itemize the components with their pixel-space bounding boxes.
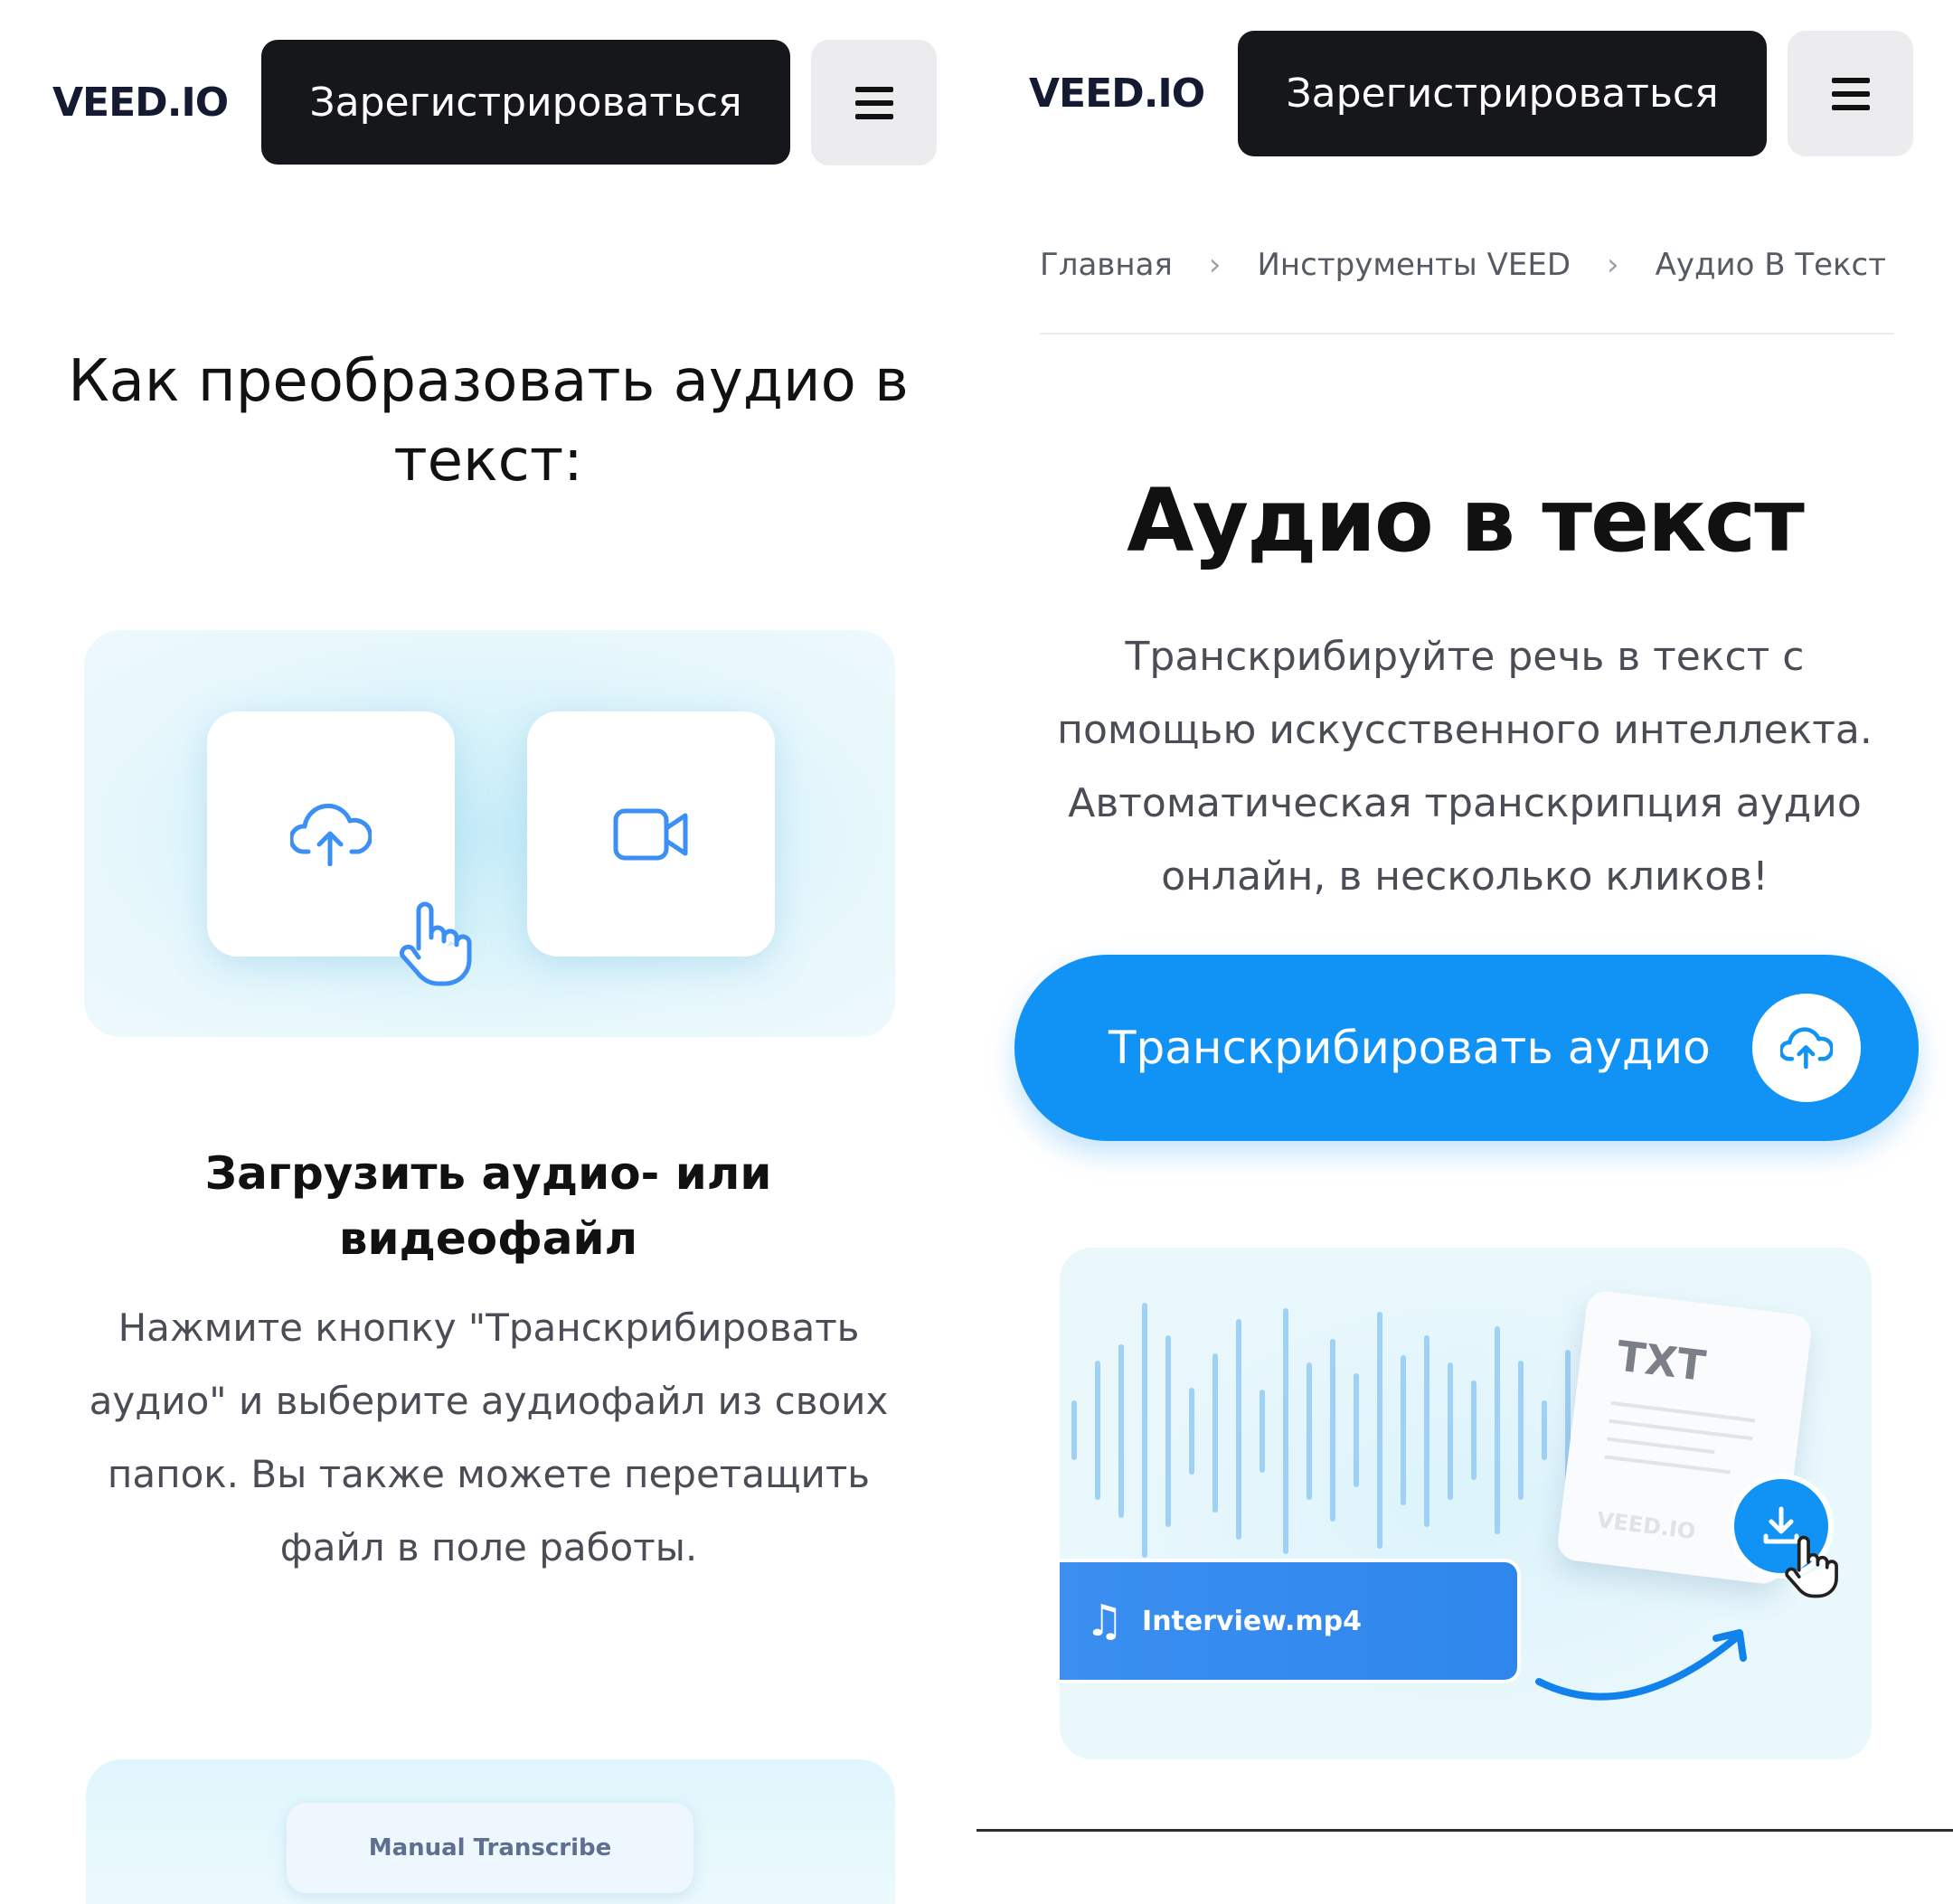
breadcrumb-home[interactable]: Главная — [1040, 247, 1173, 283]
audio-file-name: Interview.mp4 — [1142, 1605, 1363, 1637]
page-title: Аудио в текст — [1127, 470, 1805, 571]
signup-button[interactable]: Зарегистрироваться — [261, 40, 790, 165]
manual-transcribe-chip[interactable]: Manual Transcribe — [287, 1803, 693, 1893]
menu-button[interactable] — [811, 40, 937, 165]
cloud-upload-icon — [290, 803, 372, 866]
chevron-right-icon: › — [1607, 247, 1619, 283]
document-watermark: VEED.IO — [1595, 1506, 1697, 1545]
transcribe-audio-button[interactable]: Транскрибировать аудио — [1014, 955, 1919, 1141]
breadcrumb-divider — [1040, 333, 1894, 335]
hamburger-menu-icon — [854, 86, 893, 119]
right-screen: VEED.IO Зарегистрироваться Главная › Инс… — [976, 0, 1953, 1904]
upload-illustration — [84, 630, 895, 1037]
pointer-hand-icon — [400, 901, 472, 986]
bottom-divider — [976, 1829, 1953, 1832]
left-screen: VEED.IO Зарегистрироваться Как преобразо… — [0, 0, 940, 1904]
pointer-hand-icon — [1785, 1535, 1838, 1598]
record-video-card[interactable] — [527, 712, 775, 957]
veed-logo[interactable]: VEED.IO — [1029, 71, 1205, 117]
hamburger-menu-icon — [1831, 77, 1870, 110]
breadcrumb-tools[interactable]: Инструменты VEED — [1257, 247, 1571, 283]
cta-label: Транскрибировать аудио — [1109, 1022, 1711, 1074]
step-title: Загрузить аудио- или видеофайл — [204, 1147, 772, 1265]
video-camera-icon — [613, 808, 688, 860]
document-lines — [1604, 1400, 1756, 1476]
breadcrumb-current: Аудио В Текст — [1655, 247, 1887, 283]
chevron-right-icon: › — [1208, 247, 1222, 283]
step-description: Нажмите кнопку "Транскрибировать аудио" … — [89, 1305, 889, 1569]
audio-to-text-illustration: TXT VEED.IO ♫ Interview.mp4 — [1060, 1248, 1872, 1759]
signup-button[interactable]: Зарегистрироваться — [1238, 31, 1767, 156]
arrow-graphic — [1535, 1629, 1747, 1701]
hero-description: Транскрибируйте речь в текст с помощью и… — [1057, 634, 1873, 900]
document-type-label: TXT — [1614, 1331, 1709, 1391]
music-note-icon: ♫ — [1085, 1596, 1125, 1646]
menu-button[interactable] — [1788, 31, 1913, 156]
cloud-upload-icon — [1780, 1027, 1833, 1069]
cta-upload-circle — [1752, 994, 1861, 1102]
transcribe-preview: Manual Transcribe — [86, 1759, 895, 1904]
breadcrumb: Главная › Инструменты VEED › Аудио В Тек… — [1040, 242, 1908, 287]
veed-logo[interactable]: VEED.IO — [52, 80, 229, 126]
section-title: Как преобразовать аудио в текст: — [68, 348, 909, 495]
audio-file-bar: ♫ Interview.mp4 — [1060, 1562, 1517, 1680]
